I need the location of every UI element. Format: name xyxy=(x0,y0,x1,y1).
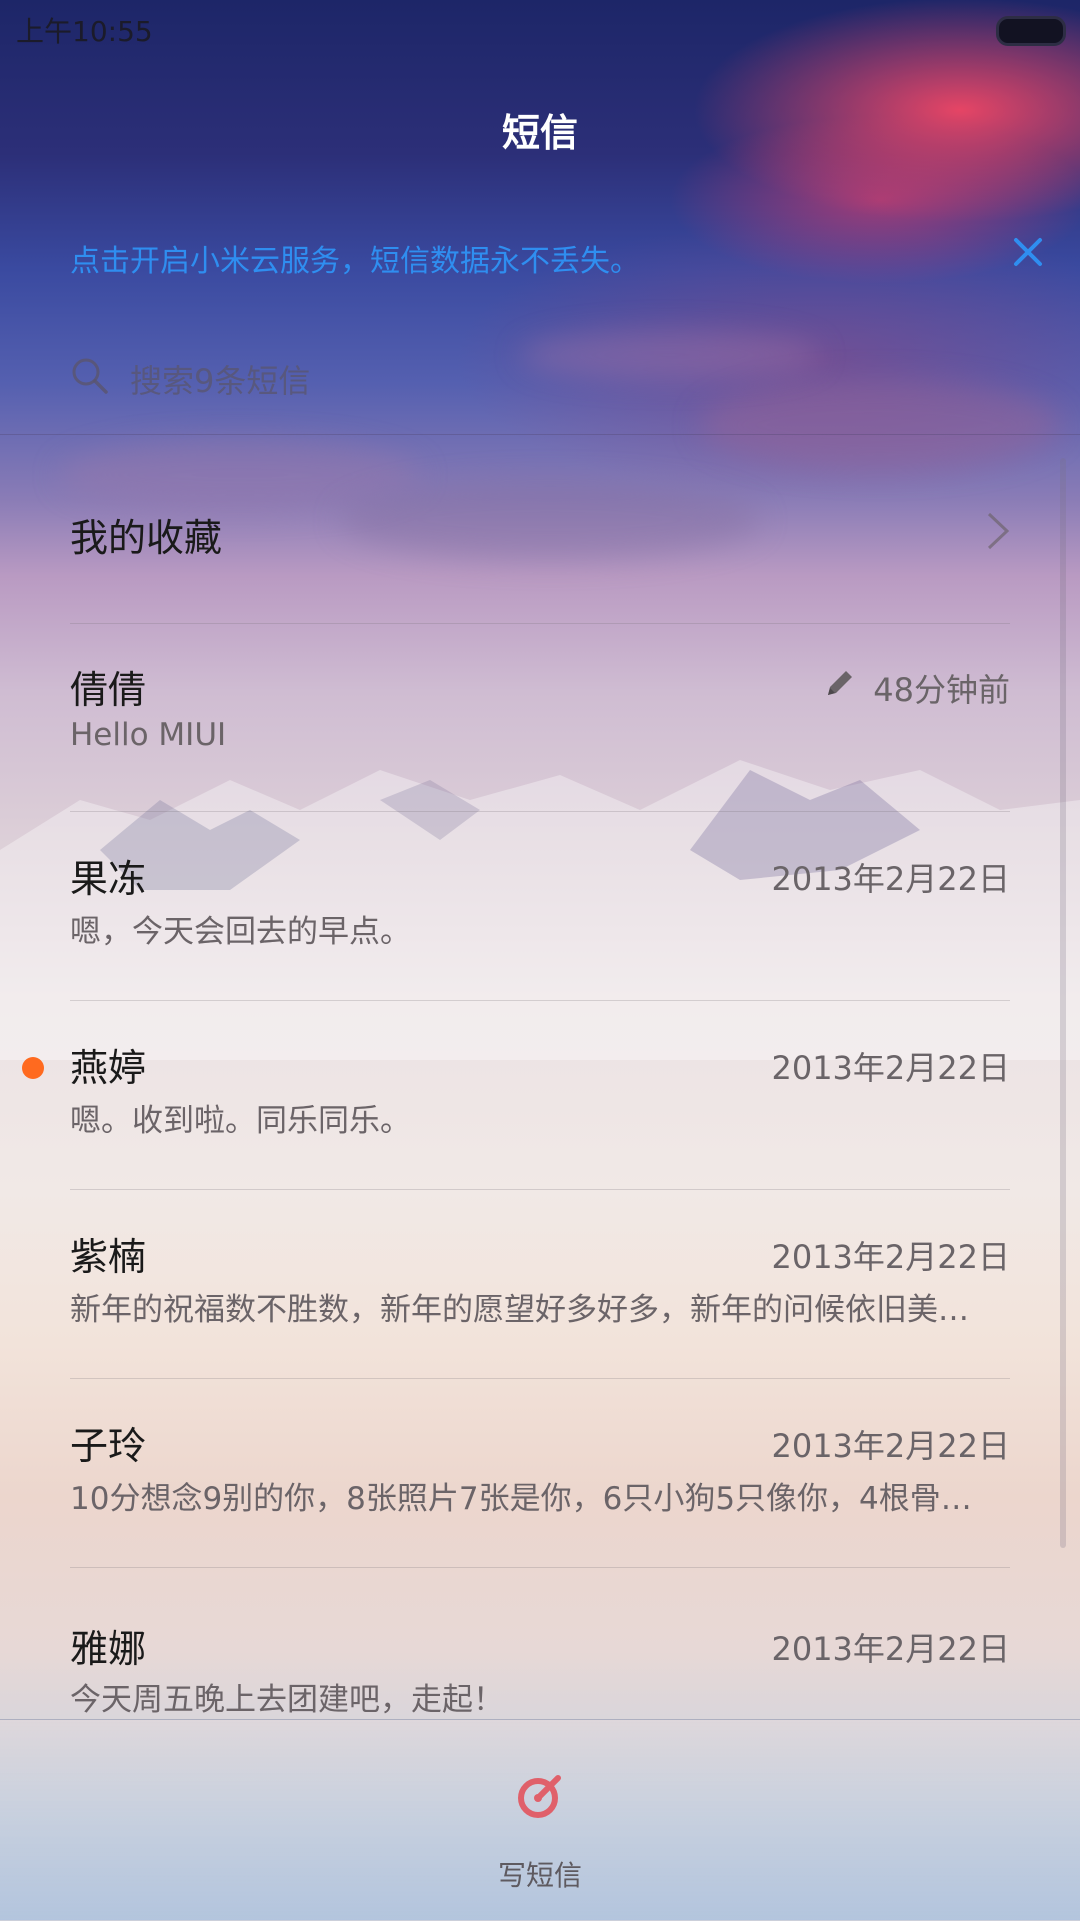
search-bar[interactable]: 搜索9条短信 xyxy=(0,340,1080,435)
bottom-toolbar: 写短信 xyxy=(0,1719,1080,1921)
message-time: 48分钟前 xyxy=(873,671,1010,709)
message-preview: 今天周五晚上去团建吧，走起！ xyxy=(70,1682,504,1718)
message-time: 2013年2月22日 xyxy=(771,1427,1010,1465)
favorites-row[interactable]: 我的收藏 xyxy=(70,435,1010,624)
contact-name: 果冻 xyxy=(70,857,147,901)
conversation-item[interactable]: 子玲 2013年2月22日 10分想念9别的你，8张照片7张是你，6只小狗5只像… xyxy=(70,1379,1010,1568)
compose-icon[interactable] xyxy=(516,1772,564,1820)
conversation-item[interactable]: 燕婷 2013年2月22日 嗯。收到啦。同乐同乐。 xyxy=(22,1001,1010,1190)
message-time: 2013年2月22日 xyxy=(771,860,1010,898)
conversation-item[interactable]: 果冻 2013年2月22日 嗯，今天会回去的早点。 xyxy=(70,812,1010,1001)
message-preview: 嗯，今天会回去的早点。 xyxy=(70,914,411,950)
chevron-right-icon xyxy=(987,512,1010,550)
message-preview: 10分想念9别的你，8张照片7张是你，6只小狗5只像你，4根骨… xyxy=(70,1481,972,1517)
conversation-item[interactable]: 倩倩 48分钟前 Hello MIUI xyxy=(70,623,1010,812)
search-input[interactable]: 搜索9条短信 xyxy=(130,356,310,402)
contact-name: 子玲 xyxy=(70,1424,147,1468)
favorites-label: 我的收藏 xyxy=(70,516,223,560)
search-icon xyxy=(72,358,108,394)
conversation-item[interactable]: 紫楠 2013年2月22日 新年的祝福数不胜数，新年的愿望好多好多，新年的问候依… xyxy=(70,1190,1010,1379)
compose-button-label[interactable]: 写短信 xyxy=(0,1854,1080,1894)
page-title: 短信 xyxy=(501,111,578,155)
status-time: 上午10:55 xyxy=(16,15,153,48)
conversation-item[interactable]: 雅娜 2013年2月22日 今天周五晚上去团建吧，走起！ xyxy=(70,1568,1010,1719)
contact-name: 燕婷 xyxy=(70,1046,147,1090)
contact-name: 倩倩 xyxy=(70,668,147,712)
close-icon[interactable] xyxy=(1012,236,1044,268)
cloud-service-banner[interactable]: 点击开启小米云服务，短信数据永不丢失。 xyxy=(70,236,640,280)
contact-name: 雅娜 xyxy=(70,1627,147,1671)
message-preview: 嗯。收到啦。同乐同乐。 xyxy=(70,1103,411,1139)
unread-indicator xyxy=(22,1057,44,1079)
contact-name: 紫楠 xyxy=(70,1235,147,1279)
message-time: 2013年2月22日 xyxy=(771,1238,1010,1276)
scrollbar[interactable] xyxy=(1060,458,1066,1548)
message-preview: Hello MIUI xyxy=(70,717,227,753)
pencil-icon xyxy=(828,671,852,695)
message-time: 2013年2月22日 xyxy=(771,1049,1010,1087)
message-time: 2013年2月22日 xyxy=(771,1630,1010,1668)
battery-icon xyxy=(996,16,1066,46)
message-preview: 新年的祝福数不胜数，新年的愿望好多好多，新年的问候依旧美… xyxy=(70,1292,969,1328)
